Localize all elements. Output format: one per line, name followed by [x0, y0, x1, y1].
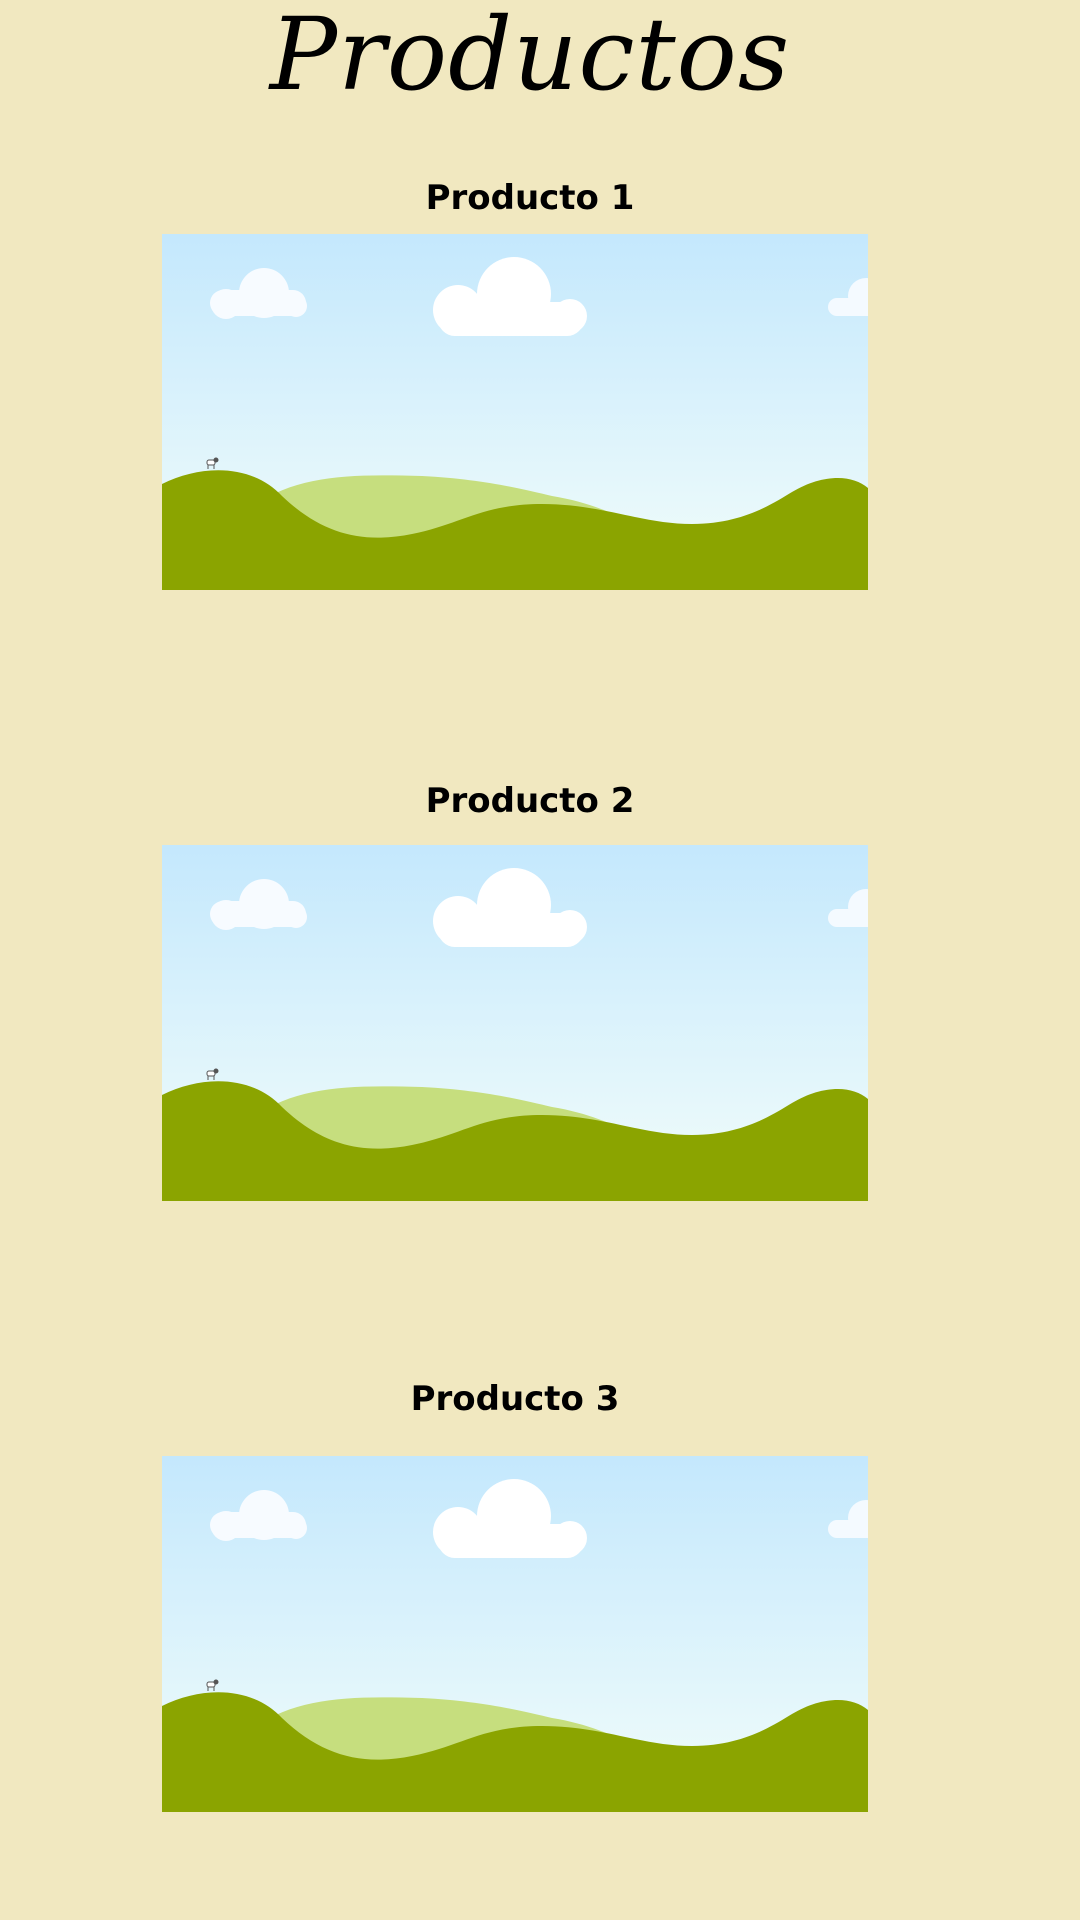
product-image-2[interactable] [162, 845, 868, 1201]
page-title: Productos [269, 0, 791, 113]
product-image-3[interactable] [162, 1456, 868, 1812]
product-image-1[interactable] [162, 234, 868, 590]
product-title-1: Producto 1 [425, 178, 635, 218]
product-title-2: Producto 2 [425, 781, 635, 821]
product-title-3: Producto 3 [410, 1379, 620, 1419]
